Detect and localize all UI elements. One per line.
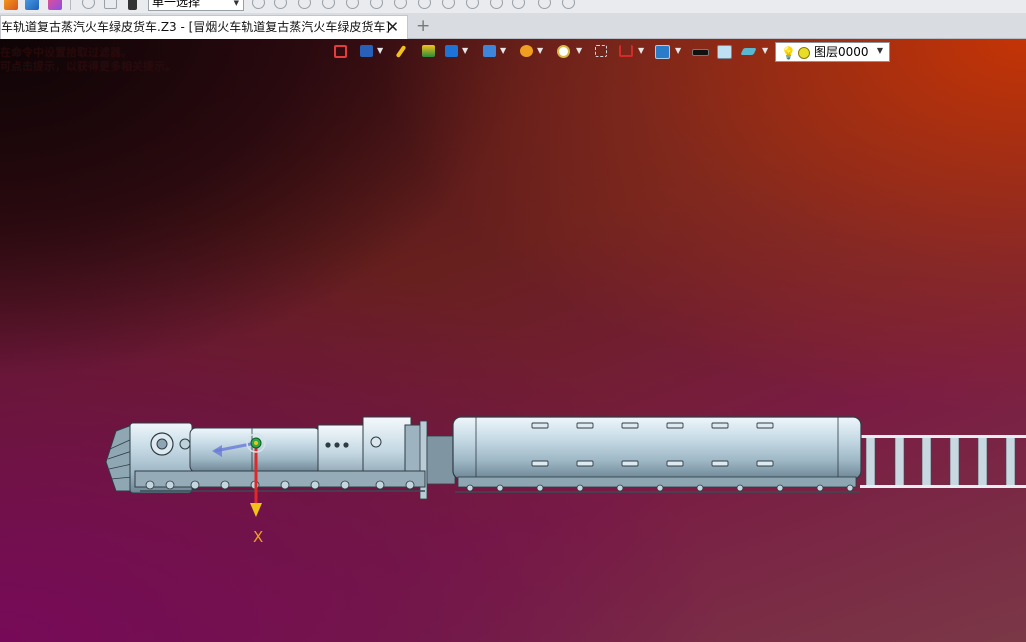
select-mode-value: 单一选择 (152, 0, 201, 9)
ribbon-separator (70, 0, 71, 10)
pick-center-icon[interactable] (394, 0, 407, 9)
document-tab-title: 车轨道复古蒸汽火车绿皮货车.Z3 - [冒烟火车轨道复古蒸汽火车绿皮货车] (1, 20, 390, 34)
redo-icon[interactable] (82, 0, 95, 9)
axis-x-label: X (253, 528, 263, 546)
document-tab-bar: 车轨道复古蒸汽火车绿皮货车.Z3 - [冒烟火车轨道复古蒸汽火车绿皮货车] ✕ … (0, 13, 1026, 39)
filter-icon[interactable] (128, 0, 137, 10)
close-tab-icon[interactable]: ✕ (386, 16, 399, 38)
pick-wave-icon[interactable] (466, 0, 479, 9)
pin-icon[interactable] (104, 0, 117, 9)
select-mode-combo[interactable]: 单一选择 ▼ (148, 0, 244, 11)
railway-track (860, 435, 1026, 488)
pick-spline-icon[interactable] (490, 0, 503, 9)
locomotive[interactable] (105, 416, 456, 500)
pick-line-icon[interactable] (346, 0, 359, 9)
chevron-down-icon: ▼ (233, 0, 239, 7)
app-icon[interactable] (4, 0, 18, 10)
ribbon-toolbar: 单一选择 ▼ (0, 0, 1026, 13)
gallery-icon[interactable] (48, 0, 62, 10)
save-icon[interactable] (25, 0, 39, 10)
pick-shape-icon[interactable] (538, 0, 551, 9)
pick-point-icon[interactable] (322, 0, 335, 9)
coach-car[interactable] (452, 416, 862, 493)
pick-tangent-icon[interactable] (442, 0, 455, 9)
pick-body-icon[interactable] (298, 0, 311, 9)
document-tab[interactable]: 车轨道复古蒸汽火车绿皮货车.Z3 - [冒烟火车轨道复古蒸汽火车绿皮货车] ✕ (0, 15, 408, 39)
pick-heart-icon[interactable] (562, 0, 575, 9)
add-tab-button[interactable]: + (416, 16, 430, 36)
pick-curve-icon[interactable] (370, 0, 383, 9)
pick-slash-icon[interactable] (512, 0, 525, 9)
pick-face-icon[interactable] (274, 0, 287, 9)
viewport-3d[interactable]: 在命令中设置拾取过滤器。 可点击提示，以获得更多相关提示。 ▼ ▼ ▼ ▼ ▼ … (0, 39, 1026, 642)
pick-arrow-icon[interactable] (252, 0, 265, 9)
pick-arc-icon[interactable] (418, 0, 431, 9)
train-model[interactable]: X (0, 39, 1026, 642)
